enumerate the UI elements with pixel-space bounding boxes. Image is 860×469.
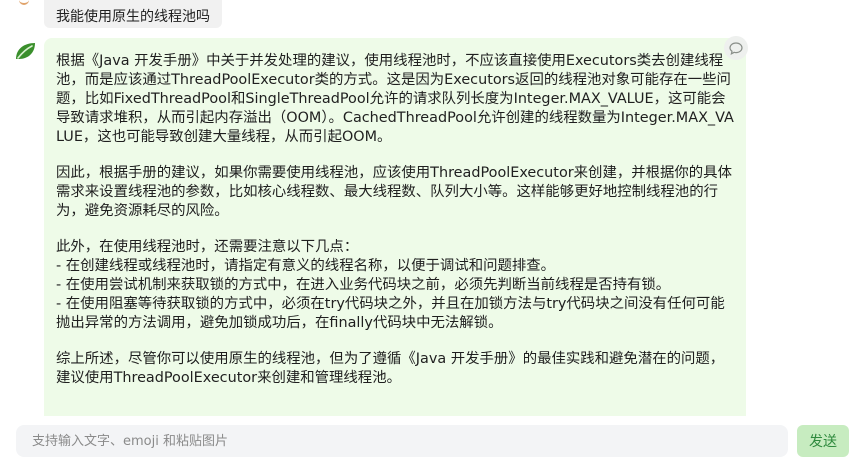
list-intro: 此外，在使用线程池时，还需要注意以下几点： bbox=[56, 239, 359, 255]
comment-icon[interactable] bbox=[724, 36, 748, 60]
composer-bar: 发送 bbox=[0, 416, 860, 469]
user-message-bubble: 我能使用原生的线程池吗 bbox=[44, 0, 222, 28]
bot-paragraph: 因此，根据手册的建议，如果你需要使用线程池，应该使用ThreadPoolExec… bbox=[56, 165, 732, 219]
send-button[interactable]: 发送 bbox=[797, 425, 849, 457]
chat-message-list: 我能使用原生的线程池吗 根据《Java 开发手册》中关于并发处理的建议，使用线程… bbox=[0, 0, 860, 416]
list-item: - 在使用尝试机制来获取锁的方式中，在进入业务代码块之前，必须先判断当前线程是否… bbox=[56, 277, 671, 293]
list-item: - 在创建线程或线程池时，请指定有意义的线程名称，以便于调试和问题排查。 bbox=[56, 258, 556, 274]
message-input[interactable] bbox=[16, 425, 788, 457]
list-item: - 在使用阻塞等待获取锁的方式中，必须在try代码块之外，并且在加锁方法与try… bbox=[56, 296, 725, 331]
user-message-text: 我能使用原生的线程池吗 bbox=[56, 9, 210, 25]
bot-paragraph: 根据《Java 开发手册》中关于并发处理的建议，使用线程池时，不应该直接使用Ex… bbox=[56, 53, 734, 145]
bot-message-bubble: 根据《Java 开发手册》中关于并发处理的建议，使用线程池时，不应该直接使用Ex… bbox=[44, 38, 746, 416]
bot-notes-list: 此外，在使用线程池时，还需要注意以下几点： - 在创建线程或线程池时，请指定有意… bbox=[56, 238, 734, 333]
bot-conclusion: 综上所述，尽管你可以使用原生的线程池，但为了遵循《Java 开发手册》的最佳实践… bbox=[56, 351, 725, 386]
leaf-icon bbox=[16, 43, 35, 59]
user-avatar bbox=[19, 0, 29, 5]
comment-glyph bbox=[729, 41, 743, 55]
